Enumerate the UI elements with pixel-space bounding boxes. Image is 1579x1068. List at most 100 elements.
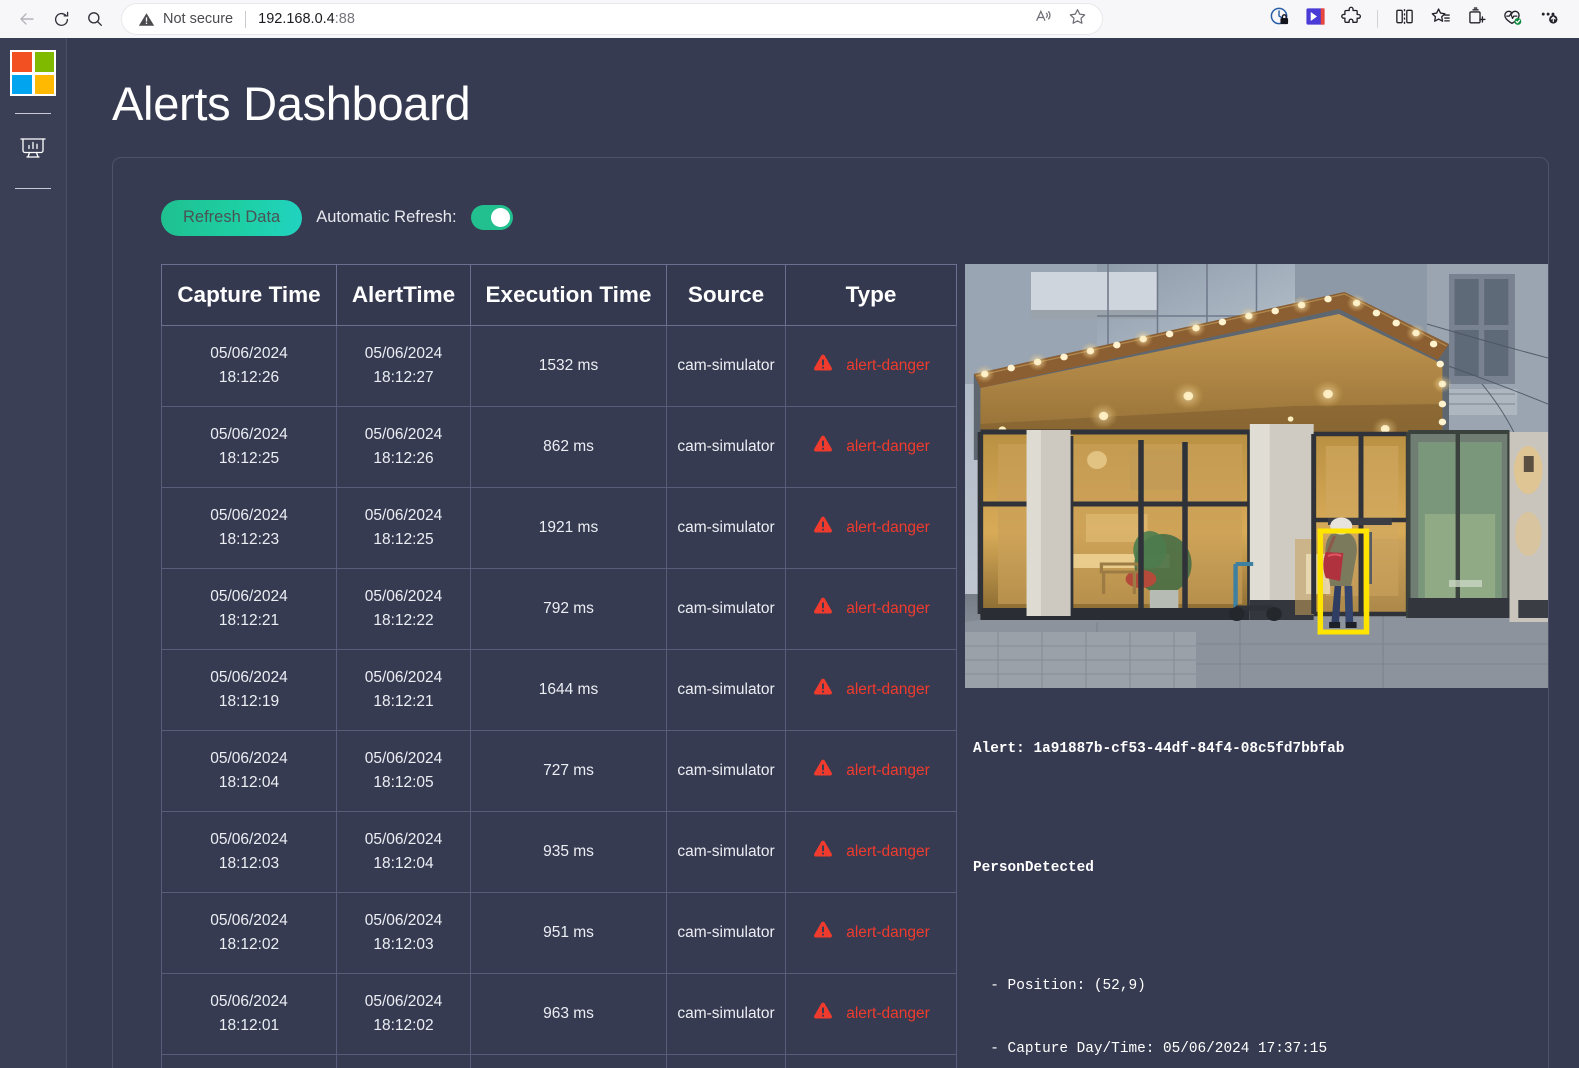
sidebar-item-dashboard[interactable] — [13, 131, 53, 171]
alert-position-line: - Position: (52,9) — [973, 978, 1146, 994]
settings-and-more-button[interactable] — [1531, 4, 1565, 34]
automatic-refresh-toggle[interactable] — [470, 205, 513, 231]
alert-date: 05/06/2024 — [364, 830, 443, 848]
favorites-button[interactable] — [1423, 4, 1457, 34]
cell-execution-time: 1644 ms — [470, 648, 667, 731]
split-screen-button[interactable] — [1387, 4, 1421, 34]
omnibox-divider — [245, 10, 247, 28]
table-row[interactable]: 05/06/2024 18:12:02 05/06/2024 18:12:03 951 … — [161, 891, 957, 974]
cell-capture-time: 05/06/2024 18:12:26 — [161, 324, 337, 407]
browser-toolbar: Not secure 192.168.0.4:88 — [0, 0, 1579, 38]
cell-alert-time: 05/06/2024 18:12:26 — [336, 405, 471, 488]
settings-more-icon — [1537, 6, 1560, 32]
cell-capture-time: 05/06/2024 18:12:02 — [161, 891, 337, 974]
alert-camera-image[interactable] — [965, 263, 1548, 688]
capture-date: 05/06/2024 — [210, 344, 288, 362]
alert-type-label: alert-danger — [846, 518, 930, 536]
collections-button[interactable] — [1459, 4, 1493, 34]
cell-execution-time: 963 ms — [470, 972, 667, 1055]
table-row[interactable]: 05/06/2024 18:12:21 05/06/2024 18:12:22 792 … — [161, 567, 957, 650]
cell-execution-time: 1532 ms — [470, 324, 667, 407]
tracking-prevention-button[interactable] — [1262, 4, 1296, 34]
reload-button[interactable] — [44, 4, 78, 34]
extensions-puzzle-icon — [1340, 6, 1362, 32]
cell-execution-time: 862 ms — [470, 405, 667, 488]
capture-time: 18:12:02 — [218, 935, 280, 953]
table-row[interactable]: 05/06/2024 18:12:01 05/06/2024 18:12:02 963 … — [161, 972, 957, 1055]
alert-date: 05/06/2024 — [364, 668, 443, 686]
alert-type-label: alert-danger — [846, 1004, 930, 1022]
extensions-button[interactable] — [1334, 4, 1368, 34]
column-header-source[interactable]: Source — [666, 263, 786, 326]
column-header-type[interactable]: Type — [785, 263, 957, 326]
column-header-alert-time[interactable]: AlertTime — [336, 263, 471, 326]
cell-source: cam-simulator — [666, 486, 786, 569]
cell-source: cam-simulator — [666, 405, 786, 488]
capture-time: 18:12:19 — [218, 692, 280, 710]
alert-date: 05/06/2024 — [364, 911, 443, 929]
cell-execution-time: 792 ms — [470, 567, 667, 650]
alert-details-text: Alert: 1a91887b-cf53-44df-84f4-08c5fd7bb… — [965, 688, 1548, 1068]
alert-name-line: PersonDetected — [973, 859, 1094, 876]
table-row[interactable]: 05/06/2024 18:12:25 05/06/2024 18:12:26 862 … — [161, 405, 957, 488]
column-header-execution-time[interactable]: Execution Time — [470, 263, 667, 326]
add-favorite-button[interactable] — [1062, 5, 1092, 33]
search-button[interactable] — [78, 4, 112, 34]
table-row[interactable]: 05/06/2024 18:12:26 05/06/2024 18:12:27 1532… — [161, 324, 957, 407]
alert-date: 05/06/2024 — [364, 992, 443, 1010]
cell-alert-time: 05/06/2024 18:12:03 — [336, 891, 471, 974]
alert-time: 18:12:02 — [373, 1016, 434, 1034]
column-header-capture-time[interactable]: Capture Time — [161, 263, 337, 326]
warning-triangle-icon — [812, 1000, 834, 1027]
cell-type: alert-danger — [785, 486, 957, 569]
table-header-row: Capture Time AlertTime Execution Time So… — [161, 263, 957, 326]
cell-type: alert-danger — [785, 405, 957, 488]
cell-source: cam-simulator — [666, 648, 786, 731]
cell-type: alert-danger — [785, 648, 957, 731]
cell-execution-time: 935 ms — [470, 810, 667, 893]
alert-time: 18:12:22 — [373, 611, 434, 629]
table-body: 05/06/2024 18:12:26 05/06/2024 18:12:27 1532… — [161, 324, 957, 1068]
not-secure-warning-icon — [138, 11, 155, 28]
alert-detail-panel: Alert: 1a91887b-cf53-44df-84f4-08c5fd7bb… — [965, 263, 1548, 1068]
capture-time: 18:12:01 — [218, 1016, 280, 1034]
capture-date: 05/06/2024 — [210, 992, 288, 1010]
camera-frame-illustration — [965, 263, 1548, 688]
table-row[interactable]: 05/06/2024 18:12:04 05/06/2024 18:12:05 727 … — [161, 729, 957, 812]
table-row[interactable]: 05/06/202418:11:5905/06/202418:11:59525 … — [161, 1053, 957, 1068]
capture-date: 05/06/2024 — [210, 830, 288, 848]
dashboard-controls: Refresh Data Automatic Refresh: — [113, 200, 1548, 236]
microsoft-logo-icon[interactable] — [10, 50, 56, 96]
capture-date: 05/06/2024 — [210, 668, 288, 686]
alert-type-label: alert-danger — [846, 356, 930, 374]
alert-date: 05/06/2024 — [364, 425, 443, 443]
alert-capture-daytime-line: - Capture Day/Time: 05/06/2024 17:37:15 — [973, 1040, 1328, 1057]
table-row[interactable]: 05/06/2024 18:12:19 05/06/2024 18:12:21 1644… — [161, 648, 957, 731]
browser-essentials-icon — [1502, 6, 1523, 32]
table-row[interactable]: 05/06/2024 18:12:03 05/06/2024 18:12:04 935 … — [161, 810, 957, 893]
cell-source: cam-simulator — [666, 567, 786, 650]
cell-type: alert-danger — [785, 1053, 957, 1068]
capture-time: 18:12:25 — [218, 449, 280, 467]
cell-alert-time: 05/06/2024 18:12:04 — [336, 810, 471, 893]
read-aloud-button[interactable] — [1028, 5, 1058, 33]
alert-time: 18:12:21 — [373, 692, 434, 710]
sidebar-divider-top — [15, 113, 51, 114]
extension-button[interactable] — [1298, 4, 1332, 34]
cell-capture-time: 05/06/2024 18:12:23 — [161, 486, 337, 569]
alert-date: 05/06/2024 — [364, 344, 443, 362]
cell-execution-time: 525 ms — [470, 1053, 667, 1068]
address-bar[interactable]: Not secure 192.168.0.4:88 — [122, 4, 1102, 34]
browser-essentials-button[interactable] — [1495, 4, 1529, 34]
cell-execution-time: 951 ms — [470, 891, 667, 974]
cell-capture-time: 05/06/202418:11:59 — [161, 1053, 337, 1068]
alert-time: 18:12:04 — [373, 854, 434, 872]
table-row[interactable]: 05/06/2024 18:12:23 05/06/2024 18:12:25 1921… — [161, 486, 957, 569]
sidebar-divider-bottom — [15, 188, 51, 189]
cell-alert-time: 05/06/2024 18:12:25 — [336, 486, 471, 569]
omnibox-actions — [1028, 5, 1092, 33]
cell-capture-time: 05/06/2024 18:12:21 — [161, 567, 337, 650]
refresh-data-button[interactable]: Refresh Data — [161, 200, 303, 236]
back-button[interactable] — [10, 4, 44, 34]
capture-time: 18:12:23 — [218, 530, 280, 548]
